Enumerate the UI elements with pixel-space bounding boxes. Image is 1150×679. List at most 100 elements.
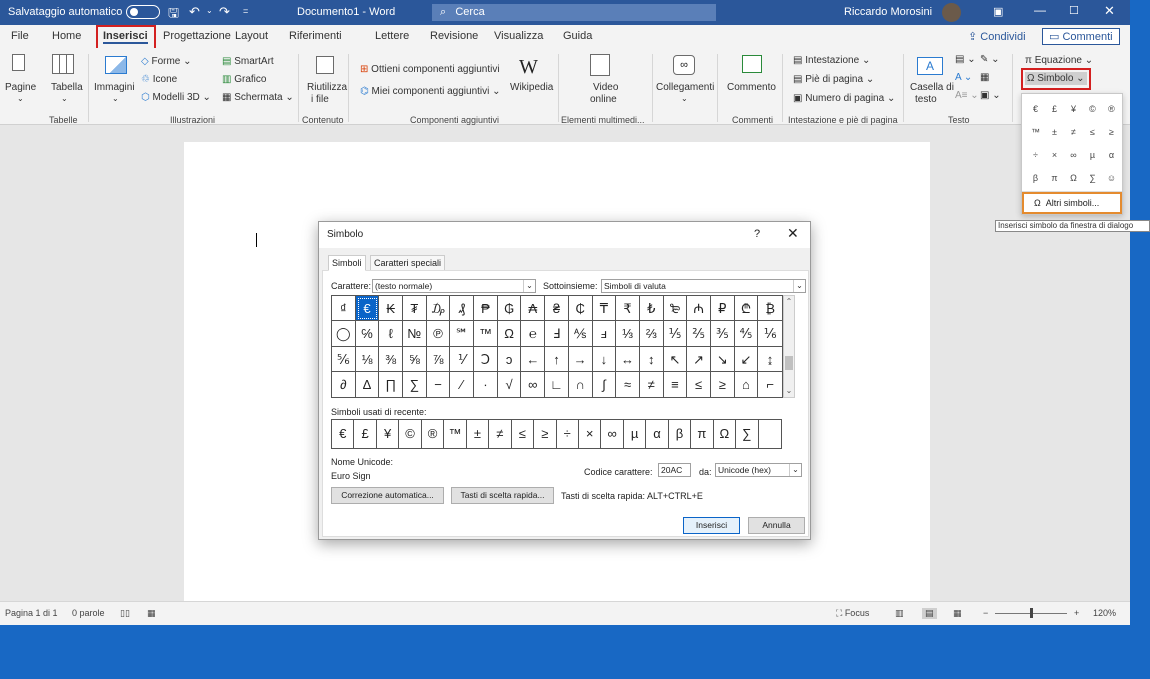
- dropdown-symbol[interactable]: ≠: [1064, 121, 1083, 144]
- print-layout-icon[interactable]: ▤: [922, 608, 937, 619]
- comment-button[interactable]: Commento: [727, 82, 776, 93]
- dropdown-symbol[interactable]: ©: [1083, 98, 1102, 121]
- avatar[interactable]: [942, 3, 961, 22]
- links-dropdown-icon[interactable]: ⌄: [681, 94, 688, 103]
- reuse-files-button[interactable]: Riutilizza: [307, 82, 347, 93]
- symbol-cell[interactable]: ↨: [758, 347, 782, 372]
- my-addins-button[interactable]: ⌬ Miei componenti aggiuntivi ⌄: [360, 86, 501, 97]
- recent-symbol-cell[interactable]: ¥: [377, 420, 400, 448]
- symbol-cell[interactable]: ₹: [616, 296, 640, 322]
- dropdown-symbol[interactable]: ®: [1102, 98, 1121, 121]
- symbol-cell[interactable]: ₭: [379, 296, 404, 322]
- symbol-cell[interactable]: ⅔: [639, 321, 664, 347]
- links-button[interactable]: Collegamenti: [656, 82, 714, 93]
- symbol-cell[interactable]: ⅓: [616, 321, 640, 347]
- symbol-cell[interactable]: ∏: [379, 371, 404, 397]
- tab-layout[interactable]: Layout: [235, 30, 268, 42]
- comments-button[interactable]: ▭ Commenti: [1042, 28, 1120, 45]
- minimize-icon[interactable]: —: [1034, 3, 1046, 17]
- symbol-cell[interactable]: ⅘: [734, 321, 759, 347]
- symbol-cell[interactable]: ⌐: [758, 372, 782, 397]
- screenshot-button[interactable]: ▦ Schermata ⌄: [222, 92, 294, 103]
- get-addins-button[interactable]: ⊞ Ottieni componenti aggiuntivi: [360, 64, 500, 75]
- symbol-cell[interactable]: ⅙: [758, 321, 782, 347]
- symbol-grid-scrollbar[interactable]: ⌃ ⌄: [783, 295, 795, 398]
- user-name[interactable]: Riccardo Morosini: [844, 6, 932, 18]
- insert-button[interactable]: Inserisci: [683, 517, 740, 534]
- quick-parts-icon[interactable]: ▤ ⌄: [955, 54, 976, 65]
- date-time-icon[interactable]: ▦: [980, 72, 989, 83]
- symbol-cell[interactable]: ₼: [687, 296, 711, 322]
- symbol-cell[interactable]: ∩: [569, 371, 593, 397]
- dropdown-symbol[interactable]: ☺: [1102, 167, 1121, 190]
- recent-symbol-cell[interactable]: ∑: [736, 420, 759, 448]
- page-count[interactable]: Pagina 1 di 1: [5, 608, 58, 618]
- recent-symbol-cell[interactable]: ±: [467, 420, 490, 448]
- symbol-grid[interactable]: ₫ € ₭ ₮ ₯ ₰ ₱ ₲ ₳ ₴ ₵ ₸ ₹ ₺ ₻ ₼ ₽ ₾ ₿ ◯ ℅ ℓ № ℗ ℠ ™ Ω ℮ Ⅎ ⅍ ⅎ ⅓ ⅔ ⅕ ⅖ ⅗ ⅘ ⅙ ⅚ ⅛…: [331, 295, 783, 398]
- symbol-cell[interactable]: ∕: [450, 371, 475, 397]
- symbol-cell[interactable]: ₯: [426, 296, 451, 322]
- symbol-cell[interactable]: ≈: [616, 371, 640, 397]
- char-code-input[interactable]: 20AC: [658, 463, 691, 477]
- symbol-cell[interactable]: ⅖: [687, 321, 711, 347]
- symbol-cell[interactable]: ₮: [403, 296, 427, 322]
- autosave-toggle[interactable]: [122, 5, 160, 19]
- symbol-cell[interactable]: ≡: [664, 371, 688, 397]
- symbol-cell[interactable]: √: [498, 371, 522, 397]
- symbol-cell[interactable]: ₴: [545, 296, 569, 322]
- symbol-cell[interactable]: ₸: [592, 296, 617, 322]
- pages-button[interactable]: Pagine: [5, 82, 36, 93]
- symbol-cell[interactable]: ⅟: [450, 346, 475, 372]
- proofing-icon[interactable]: ▯▯: [120, 608, 130, 619]
- recent-symbol-cell[interactable]: £: [354, 420, 377, 448]
- symbol-cell[interactable]: ₲: [497, 296, 522, 322]
- shapes-button[interactable]: ◇ Forme ⌄: [141, 56, 192, 67]
- symbol-cell[interactable]: →: [568, 346, 593, 372]
- tab-caratteri-speciali[interactable]: Caratteri speciali: [370, 255, 446, 271]
- symbol-cell[interactable]: ₱: [474, 296, 498, 322]
- dropdown-symbol[interactable]: ∑: [1083, 167, 1102, 190]
- recent-symbol-cell[interactable]: π: [691, 420, 714, 448]
- dropdown-symbol[interactable]: ≤: [1083, 121, 1102, 144]
- smartart-button[interactable]: ▤ SmartArt: [222, 56, 274, 67]
- ribbon-display-icon[interactable]: ▣: [993, 5, 1003, 18]
- dropdown-symbol[interactable]: £: [1045, 98, 1064, 121]
- scroll-down-icon[interactable]: ⌄: [784, 385, 794, 397]
- symbol-cell[interactable]: ↄ: [497, 346, 522, 372]
- from-select[interactable]: Unicode (hex) ⌄: [715, 463, 802, 477]
- symbol-cell[interactable]: €: [355, 296, 380, 322]
- recent-symbol-cell[interactable]: ≥: [534, 420, 557, 448]
- symbol-cell[interactable]: ₿: [758, 296, 782, 322]
- symbol-cell[interactable]: ∫: [593, 371, 617, 397]
- dropdown-symbol[interactable]: ¥: [1064, 98, 1083, 121]
- dropdown-symbol[interactable]: ±: [1045, 121, 1064, 144]
- images-button[interactable]: Immagini: [94, 82, 135, 93]
- symbol-cell[interactable]: ⅍: [568, 321, 593, 347]
- zoom-in-button[interactable]: +: [1074, 608, 1079, 618]
- symbol-cell[interactable]: ∆: [356, 371, 380, 397]
- zoom-out-button[interactable]: −: [983, 608, 988, 618]
- tab-file[interactable]: File: [11, 30, 29, 42]
- undo-dropdown-icon[interactable]: ⌄: [206, 6, 213, 15]
- wikipedia-button[interactable]: Wikipedia: [510, 82, 553, 93]
- recent-symbol-cell[interactable]: µ: [624, 420, 647, 448]
- cancel-button[interactable]: Annulla: [748, 517, 805, 534]
- redo-icon[interactable]: ↷: [219, 4, 230, 20]
- dropdown-symbol[interactable]: ≥: [1102, 121, 1121, 144]
- symbol-cell[interactable]: ₫: [332, 296, 356, 322]
- recent-symbol-cell[interactable]: β: [669, 420, 692, 448]
- symbol-cell[interactable]: ≤: [687, 371, 711, 397]
- zoom-level[interactable]: 120%: [1093, 608, 1116, 618]
- symbol-cell[interactable]: ≥: [711, 371, 735, 397]
- symbol-cell[interactable]: ∂: [332, 371, 356, 397]
- dialog-close-button[interactable]: ✕: [787, 225, 799, 241]
- page-number-button[interactable]: ▣ Numero di pagina ⌄: [793, 93, 895, 104]
- dropdown-symbol[interactable]: ×: [1045, 144, 1064, 167]
- symbol-cell[interactable]: ↗: [687, 346, 711, 372]
- recent-symbol-cell[interactable]: ∞: [601, 420, 624, 448]
- footer-button[interactable]: ▤ Piè di pagina ⌄: [793, 74, 874, 85]
- symbol-cell[interactable]: ≠: [640, 371, 664, 397]
- symbol-cell[interactable]: ™: [474, 321, 498, 347]
- recent-symbol-cell[interactable]: α: [646, 420, 669, 448]
- macro-icon[interactable]: ▦: [147, 608, 156, 619]
